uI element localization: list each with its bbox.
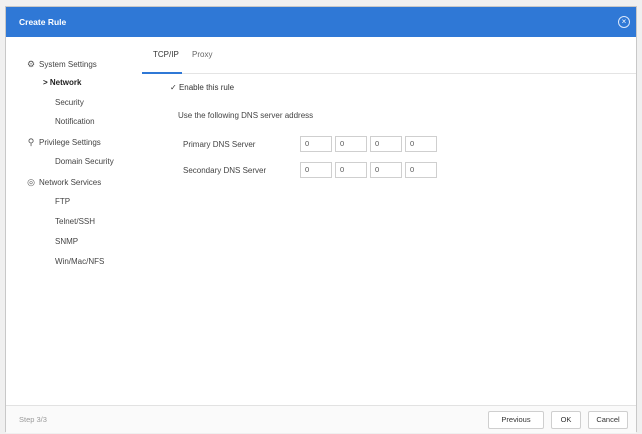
sidebar-item-privilege-settings[interactable]: ⚲ Privilege Settings — [26, 137, 101, 148]
sidebar-item-label: Telnet/SSH — [55, 217, 96, 226]
tab-tcp-ip[interactable]: TCP/IP — [153, 50, 179, 59]
sidebar-item-snmp[interactable]: SNMP — [55, 237, 78, 246]
sidebar-item-domain-security[interactable]: Domain Security — [55, 157, 114, 166]
sidebar-item-ftp[interactable]: FTP — [55, 197, 70, 206]
primary-dns-octet-1[interactable]: 0 — [300, 136, 332, 152]
dns-heading: Use the following DNS server address — [178, 111, 314, 120]
primary-dns-octet-3[interactable]: 0 — [370, 136, 402, 152]
sidebar-item-notification[interactable]: Notification — [55, 117, 95, 126]
sidebar-item-label: FTP — [55, 197, 71, 206]
enable-rule-label: Enable this rule — [178, 83, 235, 92]
secondary-dns-input: 0 0 0 0 — [300, 162, 437, 178]
sidebar-item-label: Privilege Settings — [39, 138, 101, 147]
dialog-titlebar: Create Rule × — [6, 7, 636, 37]
sidebar-item-label: Domain Security — [55, 157, 114, 166]
sidebar-item-label: Network Services — [39, 178, 102, 187]
enable-rule-checkbox[interactable]: ✓ Enable this rule — [170, 83, 234, 92]
ok-button[interactable]: OK — [551, 411, 581, 429]
step-indicator: Step 3/3 — [19, 415, 47, 424]
primary-dns-octet-2[interactable]: 0 — [335, 136, 367, 152]
primary-dns-label: Primary DNS Server — [183, 140, 256, 149]
sidebar-item-network-services[interactable]: ◎ Network Services — [26, 177, 101, 188]
checkmark-icon: ✓ — [170, 83, 177, 92]
secondary-dns-octet-2[interactable]: 0 — [335, 162, 367, 178]
sidebar-item-security[interactable]: Security — [55, 98, 84, 107]
sidebar-item-label: Network — [49, 78, 82, 87]
cancel-button[interactable]: Cancel — [588, 411, 628, 429]
network-icon: ◎ — [27, 177, 35, 187]
secondary-dns-octet-1[interactable]: 0 — [300, 162, 332, 178]
user-icon: ⚲ — [27, 137, 35, 147]
sidebar-item-label: SNMP — [55, 237, 79, 246]
tab-bar: TCP/IP Proxy — [142, 37, 636, 74]
sidebar-item-system-settings[interactable]: ⚙ System Settings — [26, 59, 97, 70]
secondary-dns-octet-4[interactable]: 0 — [405, 162, 437, 178]
sidebar-item-label: Security — [55, 98, 84, 107]
primary-dns-octet-4[interactable]: 0 — [405, 136, 437, 152]
secondary-dns-label: Secondary DNS Server — [183, 166, 267, 175]
sidebar: ⚙ System Settings > Network Security Noti… — [6, 37, 130, 405]
sidebar-item-telnet-ssh[interactable]: Telnet/SSH — [55, 217, 95, 226]
primary-dns-input: 0 0 0 0 — [300, 136, 437, 152]
tab-proxy[interactable]: Proxy — [192, 50, 212, 59]
sidebar-item-label: Win/Mac/NFS — [55, 257, 105, 266]
sidebar-item-label: Notification — [55, 117, 95, 126]
sidebar-item-label: System Settings — [39, 60, 97, 69]
sidebar-item-win-mac-nfs[interactable]: Win/Mac/NFS — [55, 257, 104, 266]
active-tab-indicator — [142, 72, 182, 74]
chevron-right-icon: > — [43, 78, 48, 87]
dialog-footer: Step 3/3 Previous OK Cancel — [6, 405, 636, 433]
dialog-title: Create Rule — [19, 17, 67, 27]
secondary-dns-octet-3[interactable]: 0 — [370, 162, 402, 178]
close-icon[interactable]: × — [618, 16, 630, 28]
sidebar-item-network[interactable]: > Network — [43, 78, 81, 87]
gear-icon: ⚙ — [26, 59, 36, 69]
previous-button[interactable]: Previous — [488, 411, 544, 429]
create-rule-dialog: Create Rule × ⚙ System Settings > Network… — [5, 6, 637, 433]
